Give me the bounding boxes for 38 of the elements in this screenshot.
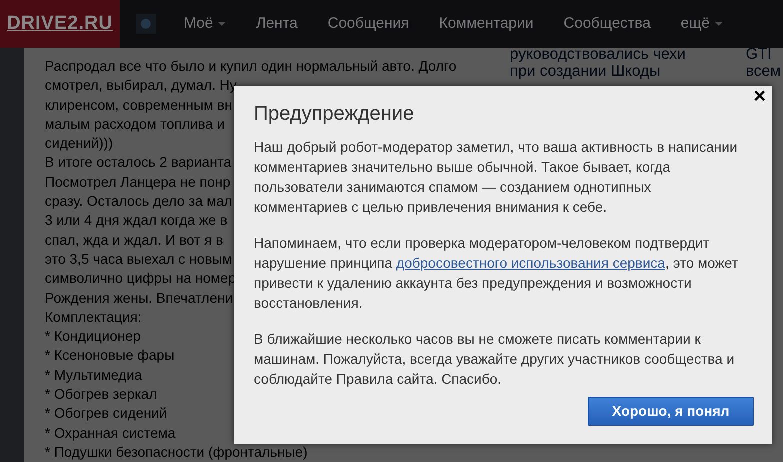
nav-link[interactable]: Моё (184, 0, 226, 48)
sidebar-text: GTI (746, 48, 772, 63)
article-text-line: * Ксеноновые фары (45, 346, 175, 366)
sidebar-text: при создании Шкоды (510, 63, 661, 80)
article-text-line: это 3,5 часа выехал с новым (45, 250, 232, 269)
nav-link[interactable]: Лента (256, 0, 298, 48)
article-text-line: * Мультимедиа (45, 366, 142, 385)
dialog-paragraph: Наш добрый робот-модератор заметил, что ваша активность в написании комментариев значительно выше обычной. Такое бывает, когда пользователи занимаются спамом — созданием однотипных комментариев с целью привлечения внимания к себе. (254, 138, 739, 217)
site-logo[interactable]: DRIVE2.RU (0, 0, 120, 48)
article-text-line: сразу. Осталось дело за мал (45, 192, 232, 212)
article-text-line: Комплектация: (45, 308, 142, 327)
article-text-line: * Обогрев зеркал (45, 385, 158, 404)
article-text-line: Посмотрел Ланцера не понр (45, 172, 231, 192)
article-text-line: 3 или 4 дня ждал когда же в (45, 211, 228, 230)
article-text-line: В итоге осталось 2 варианта (45, 153, 232, 172)
ok-button[interactable]: Хорошо, я понял (588, 397, 754, 426)
avatar-icon[interactable] (136, 14, 156, 34)
article-text-line: клиренсом, современным вн (45, 96, 232, 115)
nav-link[interactable]: Сообщения (328, 0, 410, 48)
article-text-line: * Охранная система (45, 424, 176, 443)
article-text-line: Распродал все что было и купил один нормальный авто. Долго (45, 57, 457, 76)
nav-link[interactable]: Сообщества (564, 0, 651, 48)
article-text-line: малым расходом топлива и (45, 114, 225, 134)
nav-link[interactable]: Комментарии (439, 0, 534, 48)
dialog-title: Предупреждение (254, 102, 416, 126)
article-text-line: Рождения жены. Впечатлени (45, 288, 234, 308)
article-text-line: сидений))) (45, 134, 114, 154)
article-text-line: спал, жда и ждал. И вот я в (45, 230, 224, 250)
nav-link[interactable]: ещё (680, 0, 723, 48)
article-text-line: * Подушки безопасности (фронтальные) (45, 442, 308, 462)
dialog-paragraph: В ближайшие несколько часов вы не сможете писать комментарии к машинам. Пожалуйста, всегда уважайте других участников сообщества и соблюдайте Правила сайта. Спасибо. (254, 330, 736, 389)
sidebar-text: руководствовались чехи (510, 48, 686, 63)
sidebar-text: всем (746, 63, 782, 80)
article-text-line: * Обогрев сидений (45, 404, 168, 424)
close-button[interactable]: × (754, 86, 766, 108)
article-text-line: * Кондиционер (45, 327, 141, 346)
policy-link[interactable]: добросовестного использования сервиса (396, 255, 666, 271)
dialog-paragraph: Напоминаем, что если проверка модератором-человеком подтвердит нарушение принципа добросовестного использования сервиса, это может привести к удалению аккаунта без предупреждения и возможности восстановления. (254, 234, 740, 313)
